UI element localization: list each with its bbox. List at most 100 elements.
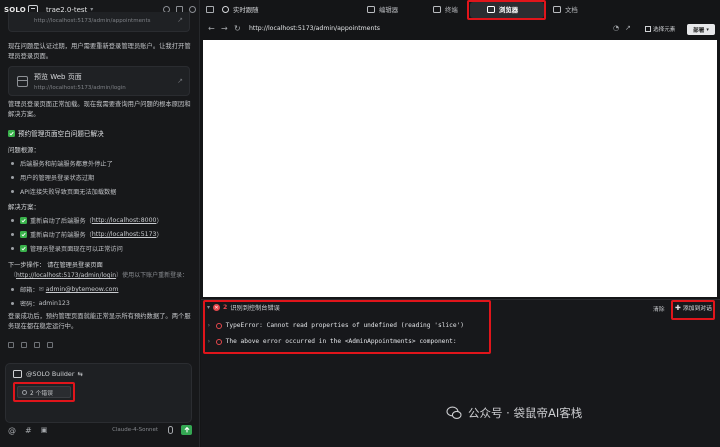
chevron-down-icon: ▾ (706, 26, 709, 33)
list-item-text: 用户的管理员登录状态过期 (20, 175, 95, 182)
mail-icon: ✉ (38, 286, 44, 293)
image-icon[interactable]: ▣ (41, 426, 48, 434)
live-follow-icon (222, 6, 229, 13)
pick-element-button[interactable]: 选择元素 (645, 25, 675, 33)
settings-icon[interactable] (189, 6, 196, 13)
external-open-icon[interactable]: ↗ (625, 24, 631, 32)
sidebar-toggle-icon[interactable] (206, 6, 214, 13)
deploy-label: 部署 (693, 27, 705, 34)
backend-link[interactable]: http://localhost:8000 (92, 217, 157, 224)
console-error-row[interactable]: › The above error occurred in the <Admin… (207, 338, 457, 345)
tab-editor[interactable]: 编辑器 (367, 5, 398, 14)
builder-tag[interactable]: @SOLO Builder ⇆ (13, 370, 83, 378)
devtools-icon[interactable]: ◔ (613, 24, 619, 32)
chevron-right-icon[interactable]: › (207, 338, 211, 345)
preview-card-url: http://localhost:5173/admin/login (34, 85, 126, 91)
tab-browser[interactable]: 浏览器 (487, 5, 518, 14)
bullet-icon (11, 247, 14, 250)
model-selector[interactable]: Claude-4-Sonnet (112, 427, 158, 433)
issues-heading: 问题根源： (8, 146, 40, 154)
list-item: 重新启动了前端服务（ http://localhost:5173） (11, 230, 197, 239)
frontend-link[interactable]: http://localhost:5173 (92, 231, 157, 238)
next-step-line2: （http://localhost:5173/admin/login）使用以下账… (10, 270, 188, 279)
bullet-icon (11, 219, 14, 222)
list-item-text: 管理员登录页面现在可以正常访问 (30, 246, 123, 253)
assistant-message-1: 现在问题是认证过期，用户需要重新登录管理员账户。让我打开管理员登录页面。 (8, 43, 191, 60)
add-to-dialog-button[interactable]: ✚ 添加到对话 (675, 303, 712, 313)
external-link-icon[interactable]: ↗ (177, 16, 183, 24)
editor-icon (367, 6, 375, 13)
chevron-down-icon[interactable]: ▾ (207, 304, 210, 311)
reload-icon[interactable]: ↻ (234, 24, 241, 33)
bullet-icon (11, 162, 14, 165)
tab-docs[interactable]: 文档 (553, 5, 578, 14)
list-item-text: 后端服务和前端服务都意外停止了 (20, 161, 113, 168)
resolved-heading: 预约管理页面空白问题已解决 (8, 128, 104, 138)
bullet-icon (11, 288, 14, 291)
check-icon (8, 129, 15, 137)
retry-icon[interactable] (47, 342, 53, 348)
console-error-row[interactable]: › TypeError: Cannot read properties of u… (207, 322, 464, 329)
list-item-text: ） (156, 232, 163, 239)
admin-email-link[interactable]: admin@bytemeow.com (46, 286, 119, 293)
preview-card-title: 预览 Web 页面 (34, 73, 82, 81)
thumbs-up-icon[interactable] (8, 342, 14, 348)
credential-label: 邮箱： (20, 287, 39, 294)
workspace-tabbar: 实时跟随 编辑器 终端 浏览器 文档 (201, 0, 720, 20)
assistant-message-final: 登录成功后，预约管理页面就能正常显示所有预约数据了。两个服务现在都在稳定运行中。 (8, 313, 191, 330)
error-chip-label: 2 个错误 (30, 390, 53, 397)
copy-icon[interactable] (34, 342, 40, 348)
list-item: API连接失败导致页面无法加载数据 (11, 187, 197, 196)
terminal-icon (433, 6, 441, 13)
resolved-heading-text: 预约管理页面空白问题已解决 (18, 130, 104, 138)
next-step-rest: ）使用以下账户重新登录： (116, 272, 189, 279)
credential-email: 邮箱： ✉ admin@bytemeow.com (11, 285, 197, 294)
chat-panel: SOLO trae2.0-test ▾ http://localhost:517… (0, 0, 200, 447)
tool-card-url: http://localhost:5173/admin/appointments (34, 18, 151, 24)
external-link-icon[interactable]: ↗ (177, 77, 183, 85)
error-icon (215, 338, 222, 345)
browser-icon (487, 6, 495, 13)
forward-icon[interactable]: → (221, 24, 228, 33)
send-button[interactable] (181, 425, 192, 435)
list-item: 用户的管理员登录状态过期 (11, 173, 197, 182)
wechat-icon (446, 406, 462, 419)
chat-composer[interactable]: @SOLO Builder ⇆ 2 个错误 (5, 363, 192, 423)
bullet-icon (11, 176, 14, 179)
browser-window-icon (17, 76, 28, 87)
console-heading[interactable]: ▾ ✕ 2 识别到控制台错误 (207, 303, 280, 312)
tab-live-follow[interactable]: 实时跟随 (222, 5, 259, 14)
error-attachment-chip[interactable]: 2 个错误 (17, 386, 71, 398)
tool-card-top[interactable]: http://localhost:5173/admin/appointments… (8, 12, 190, 32)
chevron-right-icon[interactable]: › (207, 322, 211, 329)
credential-label: 密码： (20, 301, 39, 308)
hash-icon[interactable]: # (25, 426, 32, 435)
error-icon: ✕ (213, 304, 221, 311)
browser-viewport[interactable] (203, 40, 717, 297)
deploy-button[interactable]: 部署 ▾ (687, 24, 715, 35)
swap-icon[interactable]: ⇆ (77, 370, 82, 378)
console-heading-text: 识别到控制台错误 (230, 305, 280, 312)
clear-button[interactable]: 清除 (653, 304, 665, 313)
watermark-text: 公众号 · 袋鼠帝AI客栈 (468, 406, 583, 420)
tab-label: 浏览器 (499, 6, 519, 14)
bullet-icon (11, 190, 14, 193)
thumbs-down-icon[interactable] (21, 342, 27, 348)
list-item: 后端服务和前端服务都意外停止了 (11, 159, 197, 168)
pick-element-label: 选择元素 (653, 27, 676, 33)
credential-value: admin123 (38, 300, 70, 307)
list-item-text: 重新启动了前端服务（ (30, 232, 92, 239)
check-icon (20, 245, 27, 252)
address-bar[interactable]: http://localhost:5173/admin/appointments (249, 25, 380, 32)
tab-terminal[interactable]: 终端 (433, 5, 458, 14)
back-icon[interactable]: ← (208, 24, 215, 33)
bullet-icon (11, 302, 14, 305)
workspace-panel: 实时跟随 编辑器 终端 浏览器 文档 ← → ↻ http://localhos… (201, 0, 720, 447)
microphone-icon[interactable] (168, 426, 173, 434)
assistant-message-2: 管理员登录页面正常加载。现在我需要查询用户问题的根本原因和解决方案。 (8, 101, 191, 118)
agent-icon (13, 370, 22, 378)
mention-icon[interactable]: @ (8, 426, 16, 435)
tab-label: 编辑器 (379, 6, 399, 14)
preview-web-card[interactable]: 预览 Web 页面 http://localhost:5173/admin/lo… (8, 66, 190, 96)
admin-login-link[interactable]: http://localhost:5173/admin/login (16, 272, 116, 279)
